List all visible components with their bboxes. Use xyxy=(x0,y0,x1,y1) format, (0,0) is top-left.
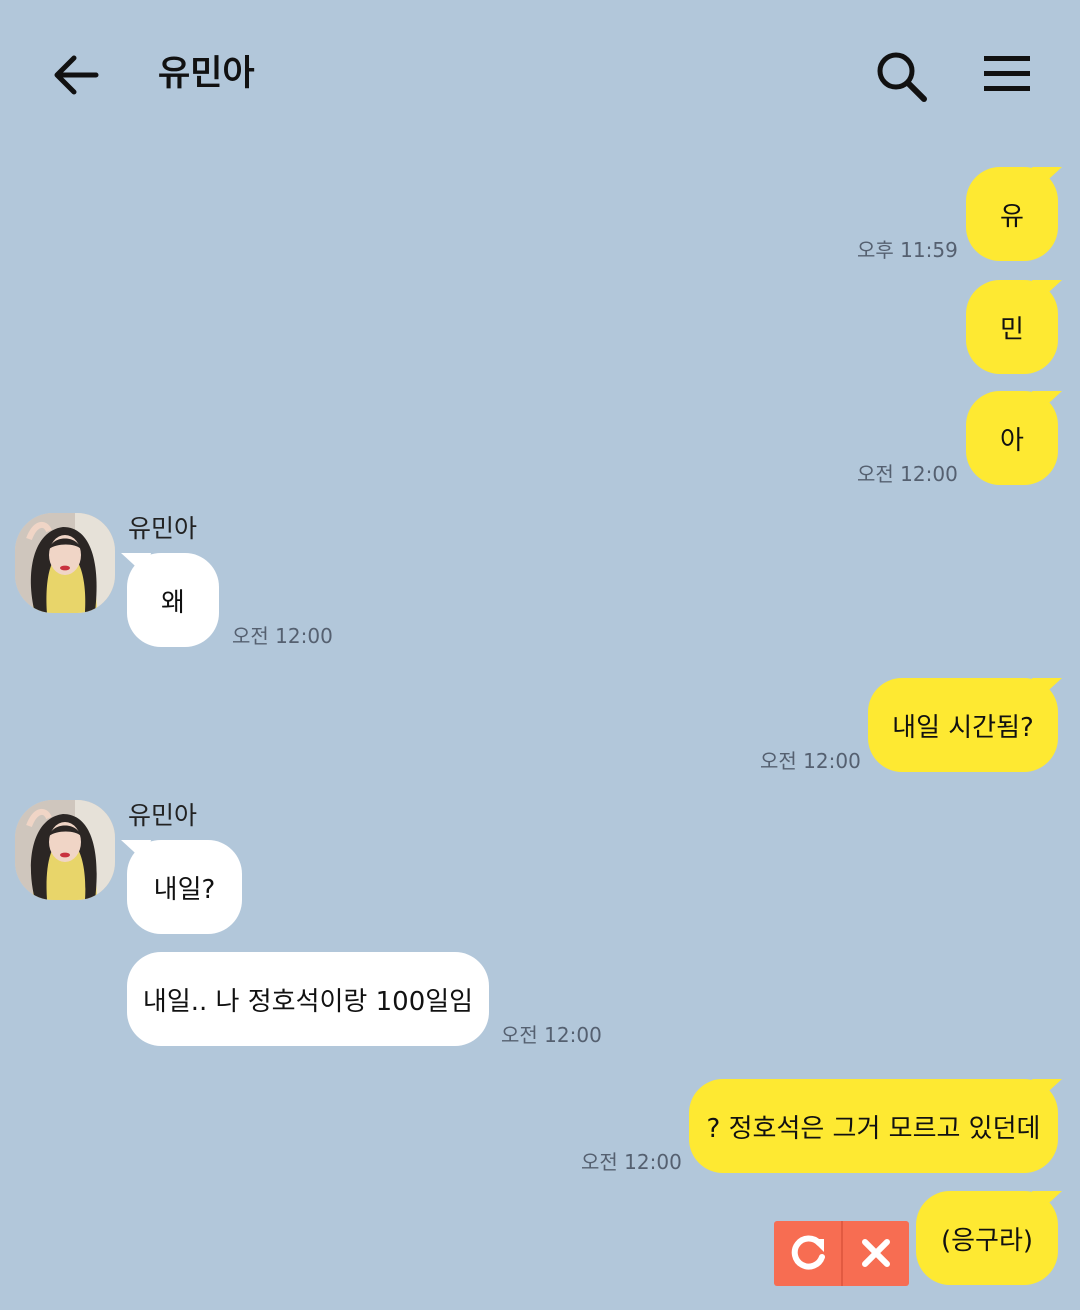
sender-name: 유민아 xyxy=(128,801,198,830)
message-timestamp: 오전 12:00 xyxy=(581,1150,682,1174)
message-text: 민 xyxy=(1000,314,1024,345)
failed-send-controls xyxy=(774,1221,909,1286)
bubble-tail xyxy=(121,840,151,862)
message-text: 아 xyxy=(1000,425,1024,456)
back-button[interactable] xyxy=(48,50,104,100)
my-message-bubble[interactable]: 유 xyxy=(966,167,1062,261)
bubble-tail xyxy=(121,553,151,575)
bubble-tail xyxy=(1032,1079,1062,1101)
message-text: 유 xyxy=(1000,201,1024,232)
my-message-bubble[interactable]: 내일 시간됨? xyxy=(868,678,1062,772)
retry-icon xyxy=(791,1235,825,1270)
bubble-tail xyxy=(1032,678,1062,700)
message-text: 내일? xyxy=(153,874,216,905)
message-timestamp: 오전 12:00 xyxy=(232,624,333,648)
bubble-tail xyxy=(1032,391,1062,413)
message-text: 내일.. 나 정호석이랑 100일임 xyxy=(142,986,474,1017)
cancel-send-button[interactable] xyxy=(843,1221,909,1286)
retry-button[interactable] xyxy=(774,1221,841,1286)
profile-photo xyxy=(15,800,115,900)
received-message-bubble[interactable]: 왜 xyxy=(121,553,219,647)
profile-photo xyxy=(15,513,115,613)
message-text: 왜 xyxy=(161,587,185,618)
message-text: 내일 시간됨? xyxy=(892,712,1034,743)
bubble-tail xyxy=(1032,280,1062,302)
received-message-bubble[interactable]: 내일? xyxy=(121,840,242,934)
chat-header: 유민아 xyxy=(0,0,1080,150)
chat-screen: 유민아 유 오후 11:59 민 아 오전 12:00 유민아 왜 오전 12:… xyxy=(0,0,1080,1310)
my-message-bubble[interactable]: (응구라) xyxy=(916,1191,1062,1285)
search-button[interactable] xyxy=(872,48,930,104)
menu-button[interactable] xyxy=(980,50,1034,98)
my-message-bubble[interactable]: ? 정호석은 그거 모르고 있던데 xyxy=(689,1079,1062,1173)
sender-name: 유민아 xyxy=(128,514,198,543)
close-icon xyxy=(862,1239,890,1267)
message-timestamp: 오전 12:00 xyxy=(857,462,958,486)
message-timestamp: 오전 12:00 xyxy=(501,1023,602,1047)
message-text: (응구라) xyxy=(940,1225,1034,1256)
message-timestamp: 오전 12:00 xyxy=(760,749,861,773)
sender-avatar[interactable] xyxy=(15,800,115,900)
sender-avatar[interactable] xyxy=(15,513,115,613)
bubble-tail xyxy=(1032,167,1062,189)
my-message-bubble[interactable]: 아 xyxy=(966,391,1062,485)
received-message-bubble[interactable]: 내일.. 나 정호석이랑 100일임 xyxy=(127,952,489,1046)
bubble-tail xyxy=(1032,1191,1062,1213)
chat-title: 유민아 xyxy=(158,54,255,94)
message-text: ? 정호석은 그거 모르고 있던데 xyxy=(706,1113,1041,1144)
my-message-bubble[interactable]: 민 xyxy=(966,280,1062,374)
hamburger-menu-icon xyxy=(984,56,1030,91)
message-timestamp: 오후 11:59 xyxy=(857,238,958,262)
search-icon xyxy=(877,52,927,102)
arrow-left-icon xyxy=(54,55,99,95)
